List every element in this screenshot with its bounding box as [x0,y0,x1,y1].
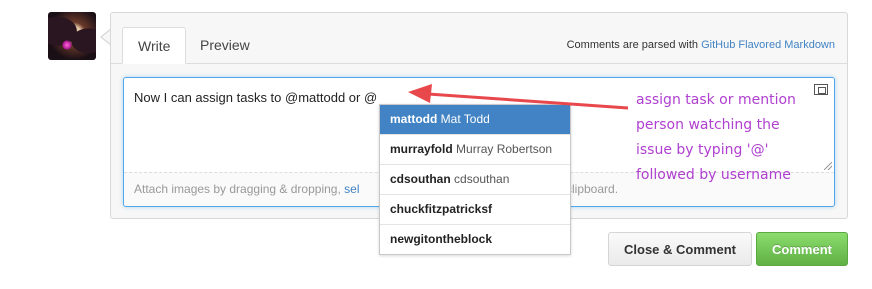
annotation-note: assign task or mention person watching th… [636,88,836,188]
annotation-line: issue by typing '@' [636,142,769,158]
arrow-shaft [427,92,629,110]
annotation-line: person watching the [636,117,780,133]
annotation-line: assign task or mention [636,92,796,108]
annotation-line: followed by username [636,167,791,183]
arrow-head [408,84,432,103]
